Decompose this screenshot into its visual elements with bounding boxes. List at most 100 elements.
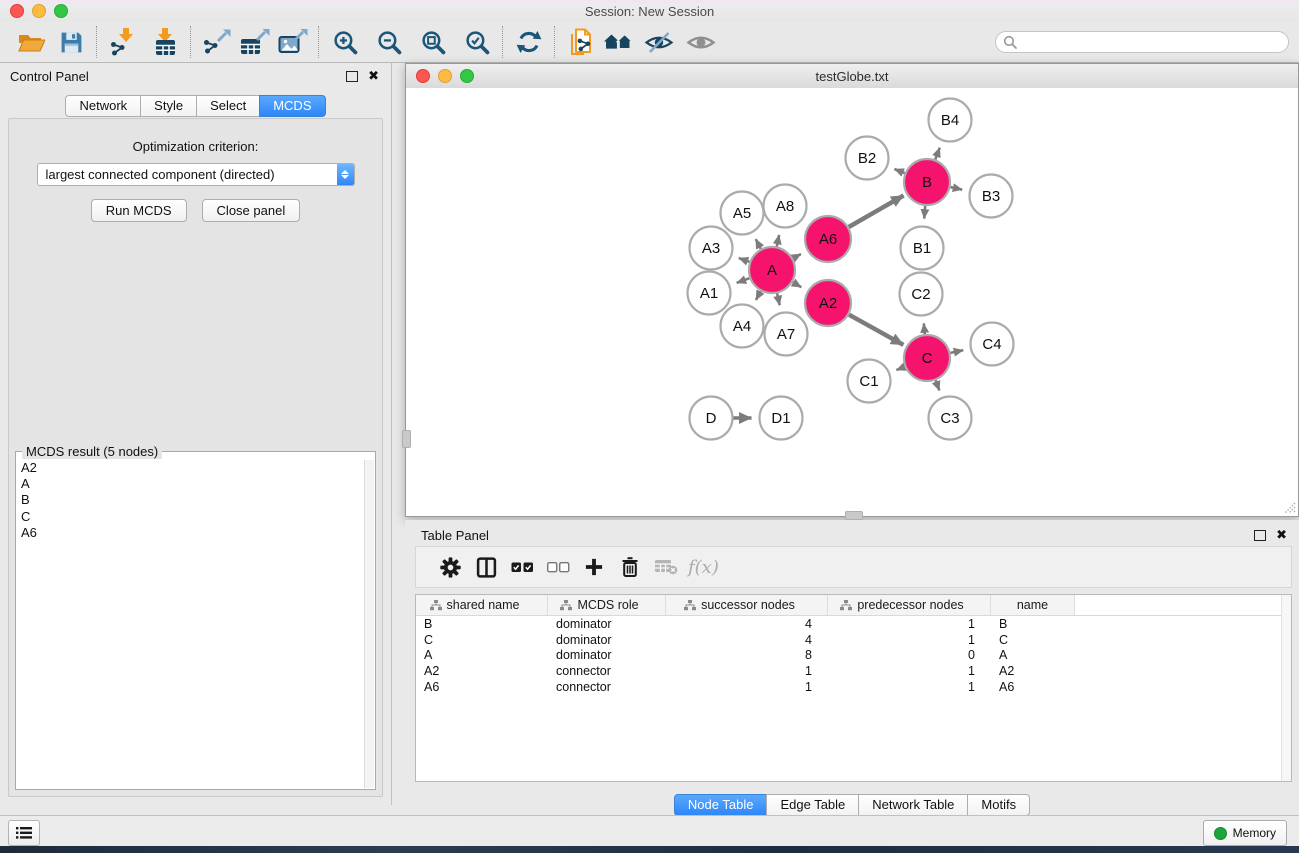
graph-edge-C-C1[interactable] <box>896 367 904 370</box>
memory-button[interactable]: Memory <box>1203 820 1287 846</box>
graph-node-B[interactable]: B <box>904 159 950 205</box>
select-all-icon[interactable] <box>504 551 540 583</box>
result-item[interactable]: A <box>17 476 365 492</box>
panel-splitter-handle[interactable] <box>402 430 411 448</box>
float-panel-icon[interactable] <box>346 71 358 82</box>
first-neighbors-icon[interactable] <box>602 26 636 58</box>
tab-select[interactable]: Select <box>196 95 260 117</box>
panel-splitter-handle[interactable] <box>845 511 863 520</box>
graph-node-C4[interactable]: C4 <box>971 323 1014 366</box>
graph-node-B4[interactable]: B4 <box>929 99 972 142</box>
criterion-select[interactable]: largest connected component (directed) <box>37 163 355 186</box>
tab-network-table[interactable]: Network Table <box>858 794 968 816</box>
graph-node-B1[interactable]: B1 <box>901 227 944 270</box>
graph-edge-C-C3[interactable] <box>936 380 940 390</box>
result-scrollbar[interactable] <box>364 460 374 788</box>
graph-node-A[interactable]: A <box>749 247 795 293</box>
graph-node-A6[interactable]: A6 <box>805 216 851 262</box>
graph-edge-C-C4[interactable] <box>951 350 964 353</box>
network-window-titlebar[interactable]: testGlobe.txt <box>406 64 1298 89</box>
close-panel-button[interactable]: Close panel <box>202 199 301 222</box>
graph-node-A8[interactable]: A8 <box>764 185 807 228</box>
import-table-icon[interactable] <box>148 26 182 58</box>
zoom-selected-icon[interactable] <box>460 26 494 58</box>
show-panels-menu-button[interactable] <box>8 820 40 846</box>
tab-style[interactable]: Style <box>140 95 197 117</box>
table-scrollbar[interactable] <box>1281 595 1291 781</box>
graph-edge-A-A8[interactable] <box>777 235 779 247</box>
deselect-all-icon[interactable] <box>540 551 576 583</box>
graph-edge-A-A7[interactable] <box>777 293 780 305</box>
graph-edge-A-A3[interactable] <box>739 258 750 262</box>
table-row[interactable]: Cdominator41C <box>416 632 1291 648</box>
graph-node-D[interactable]: D <box>690 397 733 440</box>
export-table-icon[interactable] <box>238 26 272 58</box>
table-row[interactable]: Bdominator41B <box>416 616 1291 632</box>
tab-network[interactable]: Network <box>65 95 141 117</box>
graph-edge-A6-B[interactable] <box>849 196 904 228</box>
graph-node-C1[interactable]: C1 <box>848 360 891 403</box>
new-network-from-selection-icon[interactable] <box>564 26 598 58</box>
graph-node-B3[interactable]: B3 <box>970 175 1013 218</box>
tab-motifs[interactable]: Motifs <box>967 794 1030 816</box>
result-item[interactable]: C <box>17 509 365 525</box>
graph-node-C2[interactable]: C2 <box>900 273 943 316</box>
float-table-panel-icon[interactable] <box>1254 530 1266 541</box>
result-item[interactable]: A6 <box>17 525 365 541</box>
graph-node-D1[interactable]: D1 <box>760 397 803 440</box>
graph-edge-A-A1[interactable] <box>737 278 750 283</box>
zoom-in-icon[interactable] <box>328 26 362 58</box>
graph-edge-A-A2[interactable] <box>793 282 802 287</box>
search-box[interactable] <box>995 31 1289 53</box>
column-header-mcds-role[interactable]: MCDS role <box>548 595 666 615</box>
table-settings-gear-icon[interactable] <box>432 551 468 583</box>
tab-node-table[interactable]: Node Table <box>674 794 768 816</box>
close-panel-icon[interactable]: ✖ <box>368 71 379 81</box>
column-header-successor-nodes[interactable]: successor nodes <box>666 595 828 615</box>
graph-edge-A-A4[interactable] <box>756 291 761 300</box>
resize-grip-icon[interactable] <box>1282 500 1296 514</box>
graph-node-A7[interactable]: A7 <box>765 313 808 356</box>
graph-edge-A-A6[interactable] <box>793 254 801 258</box>
graph-edge-C-C2[interactable] <box>924 323 925 334</box>
graph-node-A2[interactable]: A2 <box>805 280 851 326</box>
show-all-icon[interactable] <box>684 26 718 58</box>
export-network-icon[interactable] <box>200 26 234 58</box>
close-table-panel-icon[interactable]: ✖ <box>1276 530 1287 540</box>
run-mcds-button[interactable]: Run MCDS <box>91 199 187 222</box>
refresh-view-icon[interactable] <box>512 26 546 58</box>
zoom-out-icon[interactable] <box>372 26 406 58</box>
graph-edge-B-B3[interactable] <box>950 187 962 190</box>
table-row[interactable]: A6connector11A6 <box>416 679 1291 695</box>
graph-node-A4[interactable]: A4 <box>721 305 764 348</box>
graph-node-C[interactable]: C <box>904 335 950 381</box>
table-row[interactable]: Adominator80A <box>416 647 1291 663</box>
graph-node-B2[interactable]: B2 <box>846 137 889 180</box>
graph-edge-B-B4[interactable] <box>935 148 939 160</box>
tab-mcds[interactable]: MCDS <box>259 95 325 117</box>
graph-edge-B-B1[interactable] <box>924 206 925 219</box>
delete-column-trash-icon[interactable] <box>612 551 648 583</box>
table-row[interactable]: A2connector11A2 <box>416 663 1291 679</box>
save-session-icon[interactable] <box>54 26 88 58</box>
add-column-icon[interactable] <box>576 551 612 583</box>
column-header-shared-name[interactable]: shared name <box>416 595 548 615</box>
show-columns-icon[interactable] <box>468 551 504 583</box>
graph-edge-B-B2[interactable] <box>894 169 904 173</box>
graph-node-A1[interactable]: A1 <box>688 272 731 315</box>
result-item[interactable]: A2 <box>17 460 365 476</box>
graph-node-C3[interactable]: C3 <box>929 397 972 440</box>
graph-edge-A2-C[interactable] <box>849 315 903 345</box>
column-header-name[interactable]: name <box>991 595 1075 615</box>
graph-edge-A-A5[interactable] <box>756 239 761 249</box>
tab-edge-table[interactable]: Edge Table <box>766 794 859 816</box>
open-file-icon[interactable] <box>14 26 48 58</box>
network-canvas[interactable]: B4 B2 B B3 A8A5 A6 A3 B1 A A1 C2 A2 A4A7 C4 C C1 C3 D D1 <box>406 88 1298 516</box>
import-network-icon[interactable] <box>106 26 140 58</box>
graph-node-A3[interactable]: A3 <box>690 227 733 270</box>
export-image-icon[interactable] <box>276 26 310 58</box>
column-header-predecessor-nodes[interactable]: predecessor nodes <box>828 595 991 615</box>
graph-node-A5[interactable]: A5 <box>721 192 764 235</box>
search-input[interactable] <box>1022 32 1288 52</box>
zoom-fit-icon[interactable] <box>416 26 450 58</box>
